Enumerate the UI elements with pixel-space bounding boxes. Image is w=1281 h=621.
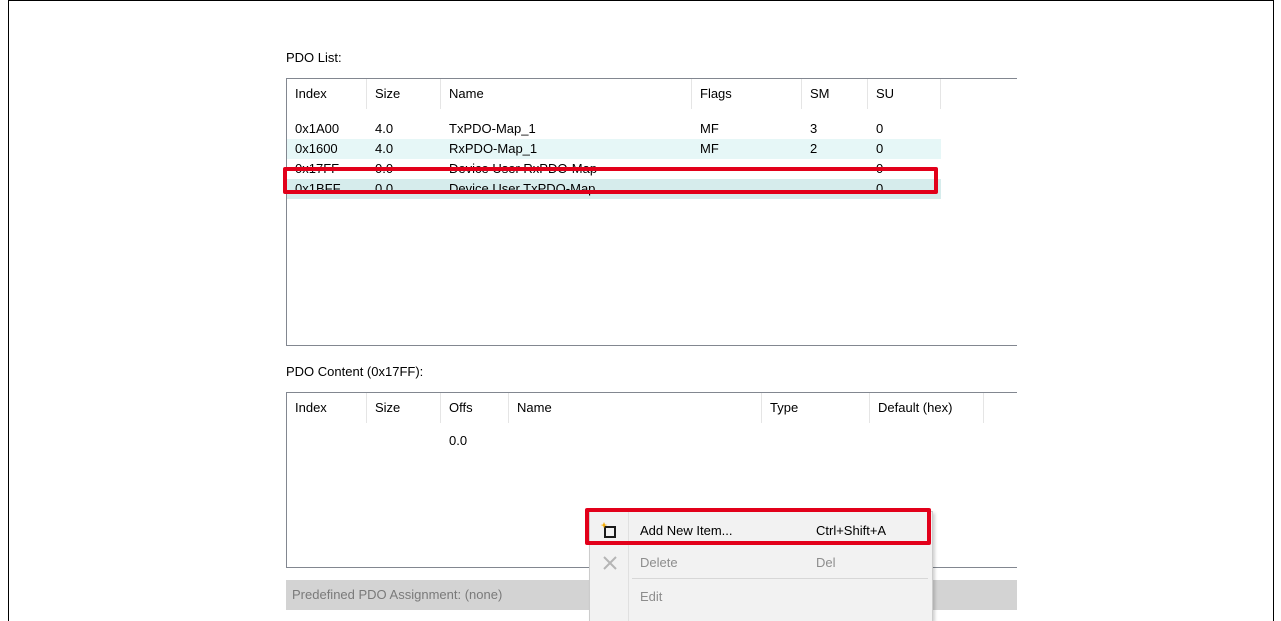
menu-separator bbox=[632, 578, 928, 579]
column-header-su[interactable]: SU bbox=[868, 79, 941, 109]
column-header-index[interactable]: Index bbox=[287, 393, 367, 423]
column-header-flags[interactable]: Flags bbox=[692, 79, 802, 109]
cell-flags: MF bbox=[700, 121, 719, 136]
column-header-index[interactable]: Index bbox=[287, 79, 367, 109]
cell-name: RxPDO-Map_1 bbox=[449, 141, 538, 156]
table-row[interactable]: 0x1A00 4.0 TxPDO-Map_1 MF 3 0 bbox=[287, 119, 941, 139]
column-header-size[interactable]: Size bbox=[367, 79, 441, 109]
cell-sm: 3 bbox=[810, 121, 818, 136]
cell-name: TxPDO-Map_1 bbox=[449, 121, 536, 136]
column-header-type[interactable]: Type bbox=[762, 393, 870, 423]
cell-su: 0 bbox=[876, 121, 884, 136]
column-header-name[interactable]: Name bbox=[509, 393, 762, 423]
column-header-name[interactable]: Name bbox=[441, 79, 692, 109]
menu-item-edit[interactable]: Edit bbox=[590, 580, 932, 613]
table-row[interactable]: 0.0 bbox=[287, 431, 984, 451]
column-header-size[interactable]: Size bbox=[367, 393, 441, 423]
cell-index: 0x1A00 bbox=[295, 121, 340, 136]
column-header-default[interactable]: Default (hex) bbox=[870, 393, 984, 423]
cell-index: 0x1600 bbox=[295, 141, 338, 156]
cell-sm: 2 bbox=[810, 141, 818, 156]
pdo-content-label: PDO Content (0x17FF): bbox=[286, 364, 424, 379]
table-row[interactable]: 0x1600 4.0 RxPDO-Map_1 MF 2 0 bbox=[287, 139, 941, 159]
column-header-sm[interactable]: SM bbox=[802, 79, 868, 109]
cell-su: 0 bbox=[876, 141, 884, 156]
menu-item-label: Delete bbox=[640, 555, 678, 570]
cell-flags: MF bbox=[700, 141, 719, 156]
cell-size: 4.0 bbox=[375, 141, 394, 156]
menu-item-label: Edit bbox=[640, 589, 663, 604]
cell-size: 4.0 bbox=[375, 121, 394, 136]
menu-item-delete[interactable]: Delete Del bbox=[590, 546, 932, 579]
pdo-list-header: Index Size Name Flags SM SU bbox=[287, 79, 1017, 109]
delete-icon bbox=[600, 553, 620, 573]
menu-item-highlight bbox=[585, 508, 931, 545]
menu-item-shortcut: Del bbox=[816, 555, 836, 570]
pdo-content-header: Index Size Offs Name Type Default (hex) bbox=[287, 393, 1017, 423]
pdo-list-view[interactable]: Index Size Name Flags SM SU 0x1A00 4.0 T… bbox=[286, 78, 1017, 346]
cell-offs: 0.0 bbox=[449, 433, 468, 448]
column-header-offs[interactable]: Offs bbox=[441, 393, 509, 423]
selected-row-highlight bbox=[283, 167, 938, 194]
pdo-list-label: PDO List: bbox=[286, 50, 342, 65]
